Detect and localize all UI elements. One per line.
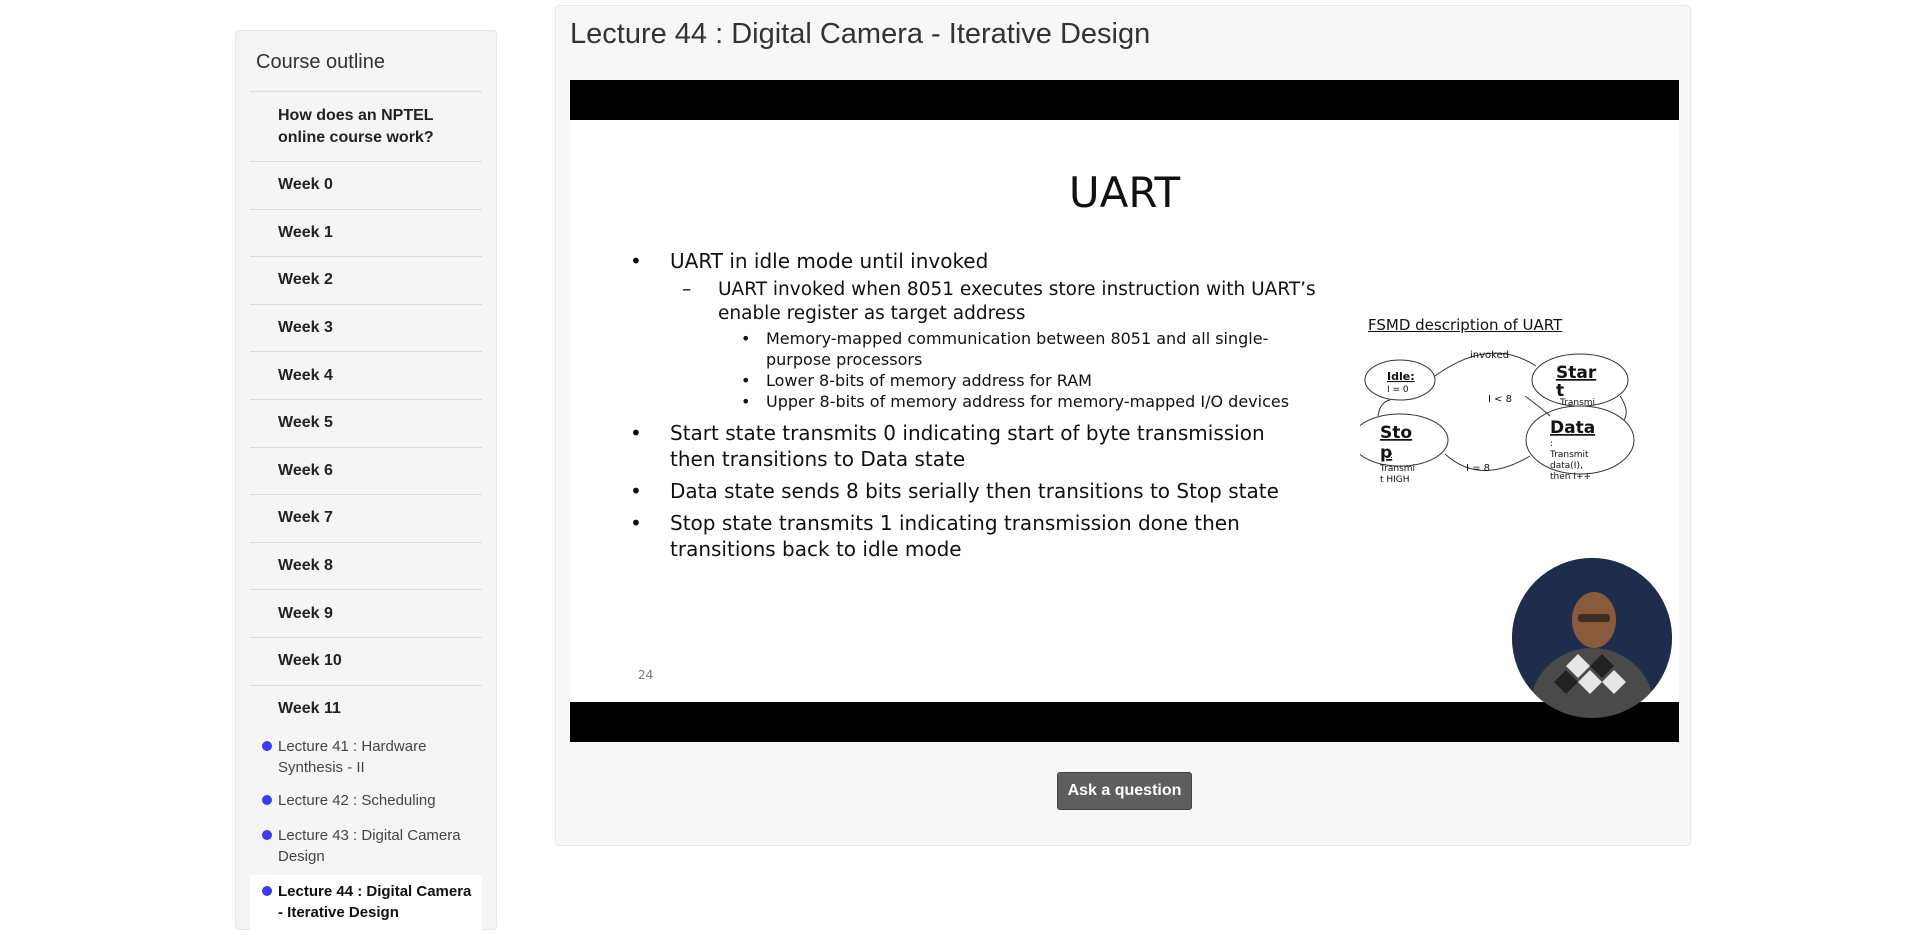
outline-item-week-3[interactable]: Week 3 [250,303,482,352]
fsmd-edge-label: I < 8 [1488,394,1512,405]
outline-item-week-5[interactable]: Week 5 [250,398,482,447]
status-dot-icon [262,741,272,752]
ask-question-button[interactable]: Ask a question [1057,772,1192,810]
presenter-video-thumbnail [1512,558,1672,718]
outline-item-week-8[interactable]: Week 8 [250,541,482,590]
fsmd-label: then I++ [1550,472,1591,482]
fsmd-label: : [1550,439,1553,449]
fsmd-edge-label: I = 8 [1466,463,1490,474]
slide-bullets: UART in idle mode until invoked UART inv… [626,248,1316,566]
lesson-label: Lecture 44 : Digital Camera - Iterative … [278,883,472,922]
status-dot-icon [262,886,272,897]
presenter-image [1512,558,1672,718]
outline-item-week-9[interactable]: Week 9 [250,589,482,637]
fsmd-label: Transmi [1559,398,1595,408]
outline-item-week-6[interactable]: Week 6 [250,446,482,495]
fsmd-label: Sto [1380,423,1412,443]
course-outline-sidebar: Course outline How does an NPTEL online … [235,30,497,935]
outline-item-week-0[interactable]: Week 0 [250,161,482,209]
lesson-label: Lecture 41 : Hardware Synthesis - II [278,738,427,777]
outline-item-week-7[interactable]: Week 7 [250,494,482,542]
lesson-item[interactable]: Lecture 42 : Scheduling [250,788,482,823]
fsmd-label: : [1390,451,1393,461]
fsmd-label: Transmi [1379,464,1415,474]
slide-title: UART [1068,168,1181,217]
slide-sub-sub-bullet: Lower 8-bits of memory address for RAM [626,370,1316,391]
fsmd-label: Idle: [1387,370,1415,383]
slide-bullet: Start state transmits 0 indicating start… [626,420,1316,472]
fsmd-label: I = 0 [1387,385,1409,395]
status-dot-icon [262,830,272,841]
lecture-panel: Lecture 44 : Digital Camera - Iterative … [555,5,1691,846]
lesson-label: Lecture 42 : Scheduling [278,792,436,810]
slide-sub-sub-bullet: Memory-mapped communication between 8051… [626,328,1316,370]
video-player[interactable]: UART UART in idle mode until invoked UAR… [570,80,1679,742]
outline-item-week-2[interactable]: Week 2 [250,256,482,304]
lesson-label: Lecture 43 : Digital Camera Design [278,827,461,866]
slide-sub-sub-bullet: Upper 8-bits of memory address for memor… [626,391,1316,412]
fsmd-edge-label: invoked [1470,350,1509,361]
fsmd-label: t HIGH [1380,475,1410,485]
lesson-item[interactable]: Lecture 43 : Digital Camera Design [250,823,482,875]
outline-item-week-4[interactable]: Week 4 [250,351,482,399]
lecture-title: Lecture 44 : Digital Camera - Iterative … [570,18,1151,50]
lesson-item-active[interactable]: Lecture 44 : Digital Camera - Iterative … [250,875,482,935]
fsmd-label: Data [1550,418,1595,438]
outline-item-week-10[interactable]: Week 10 [250,636,482,685]
fsmd-diagram: FSMD description of UART Idle: I = 0 Sta… [1360,316,1660,506]
sidebar-title: Course outline [256,51,385,73]
slide-page-number: 24 [638,668,654,682]
fsmd-state-diagram: Idle: I = 0 Star t Transmi Data : Transm… [1360,350,1635,485]
slide-bullet: Stop state transmits 1 indicating transm… [626,510,1316,562]
outline-item-week-11[interactable]: Week 11 [250,684,482,733]
outline-item-week-1[interactable]: Week 1 [250,208,482,257]
slide-bullet: UART in idle mode until invoked [626,248,1316,274]
outline-list: How does an NPTEL online course work? We… [250,91,482,935]
outline-item-intro[interactable]: How does an NPTEL online course work? [250,91,482,161]
slide-bullet: Data state sends 8 bits serially then tr… [626,478,1316,504]
video-frame-slide: UART UART in idle mode until invoked UAR… [570,120,1679,702]
fsmd-label: Transmit [1549,450,1589,460]
slide-sub-bullet: UART invoked when 8051 executes store in… [626,278,1316,326]
fsmd-label: data(I), [1550,461,1583,471]
lesson-item[interactable]: Lecture 41 : Hardware Synthesis - II [250,732,482,788]
fsmd-label: Star [1556,363,1597,383]
status-dot-icon [262,795,272,806]
